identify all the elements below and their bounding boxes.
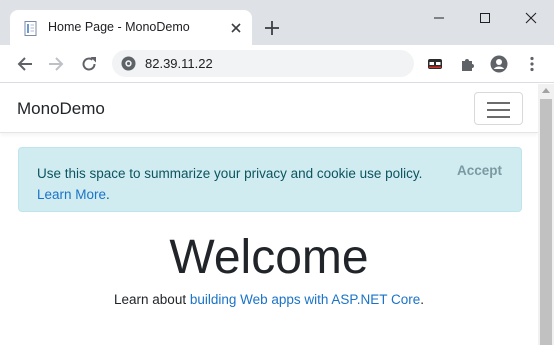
learn-more-link[interactable]: Learn More [37,187,106,202]
tab-strip: Home Page - MonoDemo [0,0,554,45]
window-close-icon[interactable] [523,10,539,26]
scroll-up-arrow-icon[interactable] [542,88,550,93]
learn-suffix: . [420,292,424,307]
cookie-message-period: . [106,187,110,202]
minimize-icon[interactable] [431,10,447,26]
tab-close-icon[interactable] [228,20,244,36]
new-tab-icon[interactable] [264,20,280,36]
learn-prefix: Learn about [114,292,190,307]
page-scrollbar[interactable] [538,84,554,345]
profile-avatar-icon[interactable] [489,54,509,74]
maximize-icon[interactable] [477,10,493,26]
site-info-icon[interactable] [121,56,136,71]
extensions-puzzle-icon[interactable] [458,54,478,74]
brand-link[interactable]: MonoDemo [17,99,105,119]
extension-mask-icon[interactable] [425,54,445,74]
hamburger-icon-bar [487,109,510,111]
hamburger-icon [487,102,510,104]
address-bar[interactable]: 82.39.11.22 [112,50,414,77]
forward-arrow-icon[interactable] [47,55,65,73]
accept-cookie-button[interactable]: Accept [457,163,502,178]
browser-toolbar: 82.39.11.22 [0,45,554,83]
welcome-heading: Welcome [169,231,369,284]
site-navbar: MonoDemo [0,84,538,133]
cookie-message: Use this space to summarize your privacy… [37,163,447,205]
hamburger-icon-bar [487,116,510,118]
scrollbar-thumb[interactable] [540,99,552,345]
url-text[interactable]: 82.39.11.22 [145,56,213,71]
page-viewport: MonoDemo Use this space to summarize you… [0,84,538,345]
cookie-message-text: Use this space to summarize your privacy… [37,166,423,181]
reload-icon[interactable] [80,55,98,73]
tab-title: Home Page - MonoDemo [48,20,190,34]
learn-about-text: Learn about building Web apps with ASP.N… [0,292,538,307]
back-arrow-icon[interactable] [16,55,34,73]
navbar-toggle-button[interactable] [474,92,523,125]
browser-tab[interactable]: Home Page - MonoDemo [10,10,252,45]
page-favicon-icon [24,21,37,36]
browser-menu-icon[interactable] [522,54,542,74]
aspnet-core-docs-link[interactable]: building Web apps with ASP.NET Core [190,292,420,307]
cookie-consent-alert: Use this space to summarize your privacy… [18,147,522,212]
